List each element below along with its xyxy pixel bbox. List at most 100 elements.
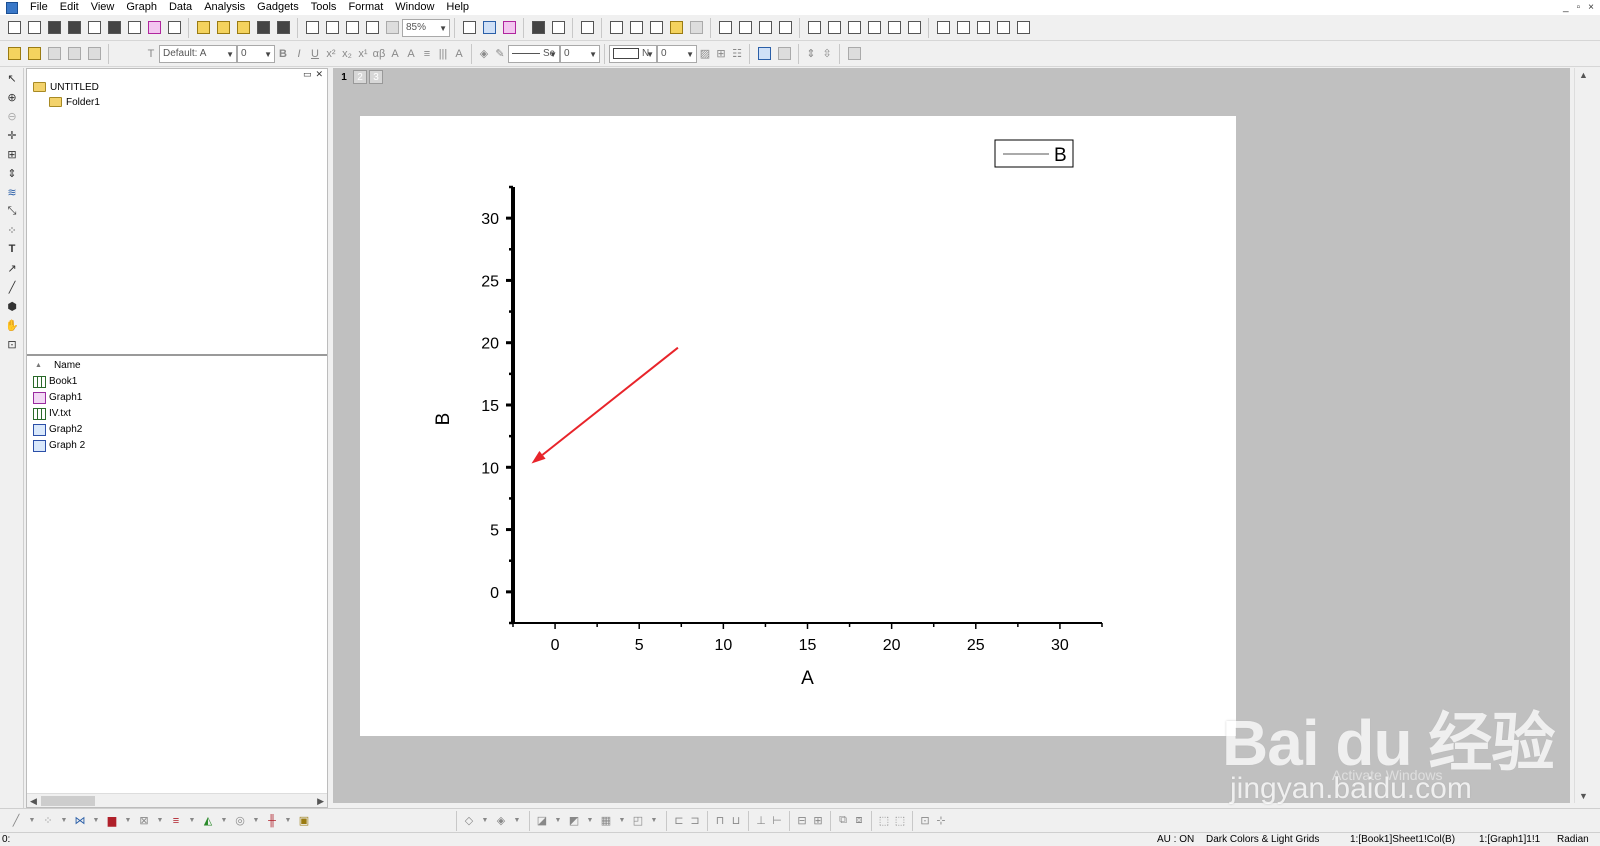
new-function-button[interactable] [125, 19, 143, 37]
object-manager-button[interactable] [667, 19, 685, 37]
regional-mask-icon[interactable]: ≋ [2, 183, 22, 201]
ungroup-objects-icon[interactable]: ⬚ [892, 812, 908, 830]
project-explorer-button[interactable] [578, 19, 596, 37]
line-tool-icon[interactable]: ╱ [2, 278, 22, 296]
add-table-button[interactable] [954, 19, 972, 37]
layer-tab-3[interactable]: 3 [369, 70, 383, 84]
line-width-combo[interactable]: 0 ▼ [560, 44, 600, 63]
print-button[interactable] [460, 19, 478, 37]
send-back-icon[interactable]: ⧈ [851, 812, 867, 830]
3d-surface-icon[interactable]: ◇ [461, 812, 477, 830]
menu-file[interactable]: File [24, 0, 54, 15]
menu-edit[interactable]: Edit [54, 0, 85, 15]
duplicate-button[interactable] [500, 19, 518, 37]
add-inset-button[interactable] [885, 19, 903, 37]
line-style-combo[interactable]: Sc ▼ [508, 44, 560, 63]
menu-help[interactable]: Help [440, 0, 475, 15]
disabled-tool-button[interactable] [45, 45, 63, 63]
tree-root[interactable]: UNTITLED [33, 80, 99, 94]
layer-tab-2[interactable]: 2 [353, 70, 367, 84]
pointer-icon[interactable]: ↖ [2, 69, 22, 87]
bold-button[interactable]: B [275, 45, 291, 63]
new-notes-button[interactable] [165, 19, 183, 37]
chevron-down-icon[interactable]: ▼ [24, 812, 40, 830]
new-layout-table-button[interactable] [1014, 19, 1032, 37]
chevron-down-icon[interactable]: ▼ [152, 812, 168, 830]
disabled-tool-button-3[interactable] [85, 45, 103, 63]
group-objects-icon[interactable]: ⬚ [876, 812, 892, 830]
layer-tab-1[interactable]: 1 [337, 70, 351, 84]
font-color-icon[interactable]: A [451, 45, 467, 63]
3d-wire-icon[interactable]: ◪ [534, 812, 550, 830]
minimize-icon[interactable]: _ [1563, 0, 1569, 15]
stock-plot-icon[interactable]: ╫ [264, 812, 280, 830]
menu-analysis[interactable]: Analysis [198, 0, 251, 15]
align-left-objects-icon[interactable]: ⊏ [671, 812, 687, 830]
increase-spacing-icon[interactable]: ⇕ [803, 45, 819, 63]
menu-view[interactable]: View [85, 0, 121, 15]
chevron-down-icon[interactable]: ▼ [477, 812, 493, 830]
scroll-down-icon[interactable]: ▼ [1579, 791, 1588, 801]
add-box-axes-button[interactable] [865, 19, 883, 37]
add-inset-data-button[interactable] [905, 19, 923, 37]
menu-tools[interactable]: Tools [305, 0, 343, 15]
font-name-combo[interactable]: Default: A ▼ [159, 44, 237, 63]
data-reader-icon[interactable]: ⊞ [2, 145, 22, 163]
close-explorer-icon[interactable]: ✕ [315, 69, 323, 79]
menu-window[interactable]: Window [389, 0, 440, 15]
increase-font-icon[interactable]: A [387, 45, 403, 63]
list-header[interactable]: ▲ Name [27, 358, 327, 372]
refresh-button[interactable] [480, 19, 498, 37]
same-height-icon[interactable]: ⊞ [810, 812, 826, 830]
new-graph-button[interactable] [85, 19, 103, 37]
decrease-font-icon[interactable]: A [403, 45, 419, 63]
name-column-header[interactable]: Name [54, 360, 81, 371]
chevron-down-icon[interactable]: ▼ [550, 812, 566, 830]
arrow-tool-icon[interactable]: ↗ [2, 259, 22, 277]
chevron-down-icon[interactable]: ▼ [248, 812, 264, 830]
rescale-button[interactable] [716, 19, 734, 37]
polar-plot-icon[interactable]: ◎ [232, 812, 248, 830]
scatter-points-icon[interactable]: ⁘ [2, 221, 22, 239]
supersub-icon[interactable]: x¹ [355, 45, 371, 63]
align-bottom-objects-icon[interactable]: ⊔ [728, 812, 744, 830]
3d-waterfall-icon[interactable]: ◩ [566, 812, 582, 830]
shape-tool-icon[interactable]: ⬢ [2, 297, 22, 315]
zoom-out-icon[interactable]: ⊖ [2, 107, 22, 125]
group-button[interactable] [845, 45, 863, 63]
open-button[interactable] [194, 19, 212, 37]
disabled-tool-button-2[interactable] [65, 45, 83, 63]
annotation-icon[interactable]: ⊡ [2, 335, 22, 353]
zoom-combo[interactable]: 85% ▼ [402, 18, 450, 37]
chevron-down-icon[interactable]: ▼ [646, 812, 662, 830]
open-excel-button[interactable] [234, 19, 252, 37]
add-color-scale-button[interactable] [974, 19, 992, 37]
line-plot-icon[interactable]: ╱ [8, 812, 24, 830]
tree-folder[interactable]: Folder1 [49, 95, 100, 109]
new-matrix-button[interactable] [105, 19, 123, 37]
subscript-icon[interactable]: x₂ [339, 45, 355, 63]
recalculate-button[interactable] [363, 19, 381, 37]
text-tool-icon[interactable]: T [2, 240, 22, 258]
align-top-objects-icon[interactable]: ⊓ [712, 812, 728, 830]
save-project-button[interactable] [254, 19, 272, 37]
chevron-down-icon[interactable]: ▼ [614, 812, 630, 830]
scrollbar-thumb[interactable] [41, 796, 95, 806]
underline-button[interactable]: U [307, 45, 323, 63]
open-template-button[interactable] [214, 19, 232, 37]
app-icon[interactable] [6, 1, 18, 14]
new-project-button[interactable] [5, 19, 23, 37]
close-icon[interactable]: × [1588, 0, 1594, 15]
chevron-down-icon[interactable]: ▼ [582, 812, 598, 830]
pattern-icon[interactable]: ▨ [697, 45, 713, 63]
list-item[interactable]: Graph2 [33, 422, 82, 437]
menu-data[interactable]: Data [163, 0, 198, 15]
code-builder-button[interactable] [529, 19, 547, 37]
save-template-button[interactable] [274, 19, 292, 37]
results-log-button[interactable] [549, 19, 567, 37]
pin-icon[interactable]: ▭ [303, 69, 312, 79]
add-column-button[interactable] [687, 19, 705, 37]
chevron-down-icon[interactable]: ▼ [509, 812, 525, 830]
border-icon[interactable]: ⊞ [713, 45, 729, 63]
chevron-down-icon[interactable]: ▼ [56, 812, 72, 830]
